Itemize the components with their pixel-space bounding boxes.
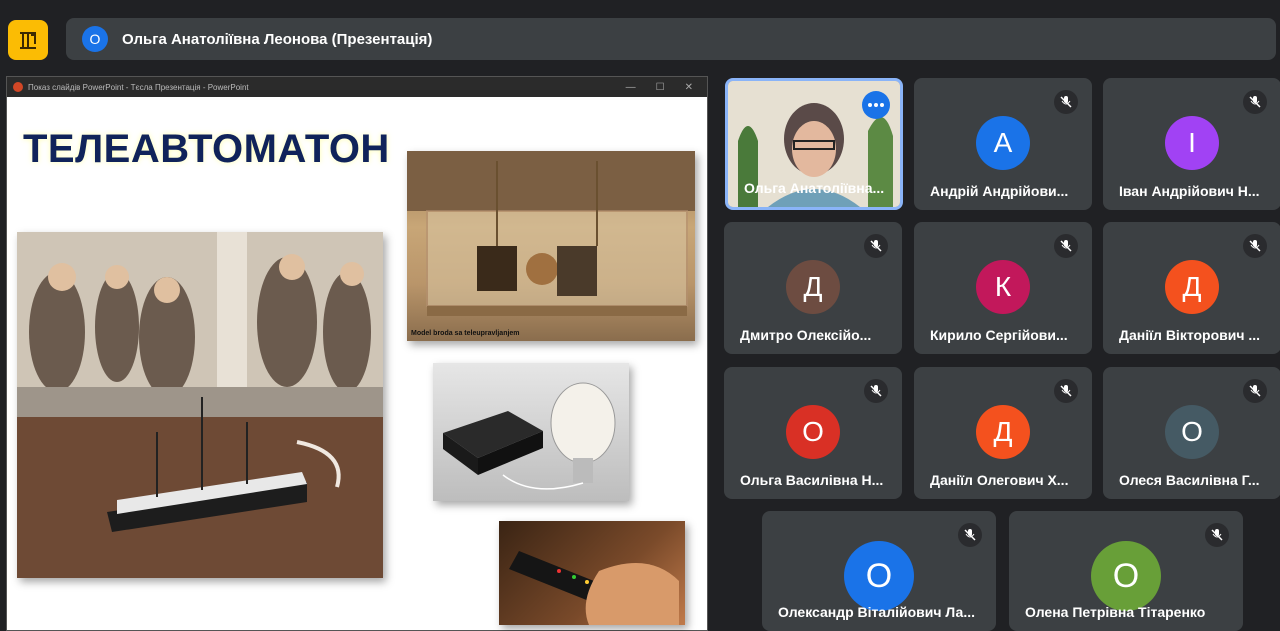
presentation-window: Показ слайдів PowerPoint - Тєсла Презент… bbox=[6, 76, 708, 631]
participant-tile[interactable]: І Іван Андрійович Н... bbox=[1103, 78, 1280, 210]
avatar: Д bbox=[976, 405, 1030, 459]
participant-name: Ольга Анатоліївна... bbox=[744, 180, 885, 196]
participant-tile[interactable]: О Олена Петрівна Тітаренко bbox=[1009, 511, 1243, 631]
participant-name: Ольга Василівна Н... bbox=[740, 472, 884, 488]
participant-name: Андрій Андрійови... bbox=[930, 183, 1069, 199]
ppt-window-title: Показ слайдів PowerPoint - Тєсла Презент… bbox=[28, 82, 249, 92]
participant-name: Іван Андрійович Н... bbox=[1119, 183, 1260, 199]
participant-tile[interactable]: Д Дмитро Олексійо... bbox=[724, 222, 902, 354]
mic-off-icon bbox=[1054, 234, 1078, 258]
close-icon[interactable]: ✕ bbox=[685, 82, 693, 93]
powerpoint-icon bbox=[13, 82, 23, 92]
device-photo bbox=[433, 363, 629, 501]
app-logo[interactable] bbox=[8, 20, 48, 60]
mic-off-icon bbox=[864, 379, 888, 403]
meet-window: О Ольга Анатоліївна Леонова (Презентація… bbox=[0, 0, 1280, 631]
participant-tile[interactable]: К Кирило Сергійови... bbox=[914, 222, 1092, 354]
minimize-icon[interactable]: — bbox=[626, 82, 636, 93]
participant-tile[interactable]: Ольга Анатоліївна... bbox=[725, 78, 903, 210]
participant-name: Даніїл Вікторович ... bbox=[1119, 327, 1261, 343]
participant-tile[interactable]: О Олеся Василівна Г... bbox=[1103, 367, 1280, 499]
avatar: Д bbox=[1165, 260, 1219, 314]
participant-name: Даніїл Олегович Х... bbox=[930, 472, 1069, 488]
presentation-icon bbox=[20, 32, 36, 49]
mic-off-icon bbox=[958, 523, 982, 547]
boat-caption: Model broda sa teleupravljanjem bbox=[411, 330, 520, 337]
participant-name: Олена Петрівна Тітаренко bbox=[1025, 604, 1206, 620]
presentation-bar: О Ольга Анатоліївна Леонова (Презентація… bbox=[66, 18, 1276, 60]
participant-tile[interactable]: Д Даніїл Олегович Х... bbox=[914, 367, 1092, 499]
avatar: О bbox=[844, 541, 914, 611]
mic-off-icon bbox=[1243, 379, 1267, 403]
slide-title: ТЕЛЕАВТОМАТОН bbox=[23, 127, 390, 171]
participant-name: Кирило Сергійови... bbox=[930, 327, 1068, 343]
mic-off-icon bbox=[1243, 234, 1267, 258]
avatar: О bbox=[1091, 541, 1161, 611]
participant-name: Олеся Василівна Г... bbox=[1119, 472, 1260, 488]
remote-photo bbox=[499, 521, 685, 625]
mic-off-icon bbox=[864, 234, 888, 258]
more-options-button[interactable] bbox=[862, 91, 890, 119]
mic-off-icon bbox=[1054, 379, 1078, 403]
mic-off-icon bbox=[1205, 523, 1229, 547]
avatar: Д bbox=[786, 260, 840, 314]
presenter-avatar: О bbox=[82, 26, 108, 52]
crowd-illustration bbox=[17, 232, 383, 578]
mic-off-icon bbox=[1243, 90, 1267, 114]
presenter-title: Ольга Анатоліївна Леонова (Презентація) bbox=[122, 30, 433, 48]
participant-name: Дмитро Олексійо... bbox=[740, 327, 872, 343]
ppt-titlebar: Показ слайдів PowerPoint - Тєсла Презент… bbox=[7, 77, 707, 97]
participant-name: Олександр Віталійович Ла... bbox=[778, 604, 975, 620]
mic-off-icon bbox=[1054, 90, 1078, 114]
avatar: К bbox=[976, 260, 1030, 314]
participant-tile[interactable]: О Ольга Василівна Н... bbox=[724, 367, 902, 499]
participant-tile[interactable]: А Андрій Андрійови... bbox=[914, 78, 1092, 210]
avatar: О bbox=[1165, 405, 1219, 459]
participant-tile[interactable]: О Олександр Віталійович Ла... bbox=[762, 511, 996, 631]
avatar: І bbox=[1165, 116, 1219, 170]
avatar: О bbox=[786, 405, 840, 459]
participant-tile[interactable]: Д Даніїл Вікторович ... bbox=[1103, 222, 1280, 354]
maximize-icon[interactable]: ☐ bbox=[656, 82, 665, 93]
avatar: А bbox=[976, 116, 1030, 170]
slide: ТЕЛЕАВТОМАТОН Model broda sa teleupravlj… bbox=[7, 97, 707, 630]
boat-model-photo: Model broda sa teleupravljanjem bbox=[407, 151, 695, 341]
